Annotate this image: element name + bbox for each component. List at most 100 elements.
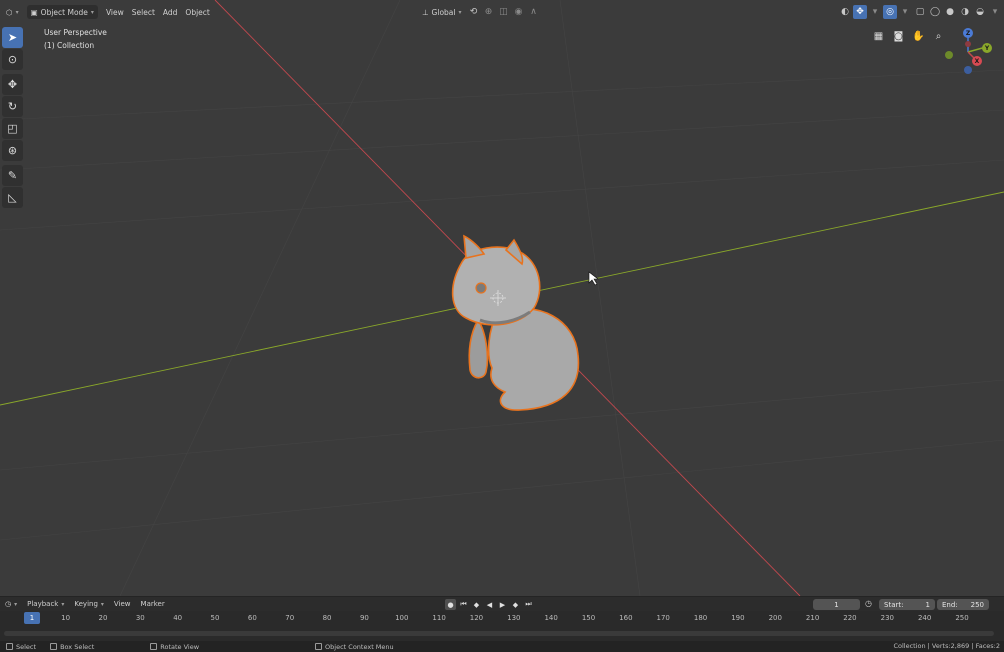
mouse-middle-icon	[150, 643, 158, 650]
scale-icon: ◰	[7, 122, 18, 135]
end-value: 250	[970, 600, 984, 609]
chevron-down-icon[interactable]: ▾	[868, 5, 882, 19]
mode-dropdown[interactable]: ▣ Object Mode ▾	[26, 5, 98, 19]
gizmo-neg-y-axis[interactable]	[945, 51, 953, 59]
measure-tool[interactable]: ◺	[2, 187, 23, 208]
ruler-tick: 160	[619, 614, 633, 622]
camera-icon[interactable]: ◙	[890, 28, 907, 45]
ruler-tick: 150	[581, 614, 596, 622]
ruler-tick: 240	[917, 614, 932, 622]
3d-viewport[interactable]: ⬡ ▾ ▣ Object Mode ▾ View Select Add Objec…	[0, 0, 1004, 596]
ruler-tick: 70	[285, 614, 295, 622]
editor-type-button[interactable]: ⬡ ▾	[2, 5, 23, 19]
scale-tool[interactable]: ◰	[2, 118, 23, 139]
perspective-label: User Perspective	[44, 28, 107, 37]
timeline-track[interactable]	[0, 626, 1004, 641]
material-shading-icon[interactable]: ◑	[958, 5, 972, 19]
timeline-ruler[interactable]: 1 10 20 30 40 50 60 70 80 90 100 110 120 130 140 150 16…	[0, 611, 1004, 626]
ruler-tick: 230	[880, 614, 894, 622]
play-reverse-icon[interactable]: ◀	[484, 599, 495, 610]
cursor-tool[interactable]: ⊙	[2, 49, 23, 70]
select-box-tool[interactable]: ➤	[2, 27, 23, 48]
viewport-header: ⬡ ▾ ▣ Object Mode ▾ View Select Add Objec…	[0, 3, 1004, 21]
ruler-tick: 60	[247, 614, 257, 622]
grid-view-icon[interactable]: ▦	[870, 28, 887, 45]
jump-keyframe-forward-icon[interactable]: ◆	[510, 599, 521, 610]
timeline-menu-playback[interactable]: Playback ▾	[22, 598, 69, 610]
current-frame-indicator[interactable]: 1	[24, 612, 40, 624]
end-frame-field[interactable]: End: 250	[937, 599, 989, 610]
timeline-menu-view[interactable]: View	[109, 598, 136, 610]
visibility-icon[interactable]: ◐	[838, 5, 852, 19]
gizmo-z-axis[interactable]: Z	[963, 28, 973, 38]
cat-mesh-object[interactable]	[451, 234, 580, 411]
ruler-tick: 120	[469, 614, 484, 622]
chevron-down-icon[interactable]: ▾	[988, 5, 1002, 19]
pivot-icon[interactable]: ⟲	[467, 5, 481, 19]
timeline-menu-keying[interactable]: Keying ▾	[69, 598, 109, 610]
menu-add[interactable]: Add	[159, 5, 182, 19]
rotate-tool[interactable]: ↻	[2, 96, 23, 117]
ruler-tick: 20	[98, 614, 108, 622]
gizmo-neg-x-axis[interactable]	[965, 41, 971, 47]
tool-shelf: ➤ ⊙ ✥ ↻ ◰ ⊛ ✎ ◺	[2, 27, 24, 208]
stopwatch-icon[interactable]: ◷	[865, 599, 872, 608]
gizmo-neg-z-axis[interactable]	[964, 66, 972, 74]
menu-view[interactable]: View	[102, 5, 128, 19]
play-icon[interactable]: ▶	[497, 599, 508, 610]
timeline-menu-marker[interactable]: Marker	[136, 598, 170, 610]
status-box-select: Box Select	[50, 643, 94, 651]
proportional-edit-icon[interactable]: ◉	[512, 5, 526, 19]
ruler-tick: 80	[322, 614, 332, 622]
viewport-scene[interactable]	[0, 0, 1004, 596]
orientation-label: Global	[431, 7, 456, 17]
start-frame-field[interactable]: Start: 1	[879, 599, 935, 610]
ruler-tick: 200	[768, 614, 782, 622]
timeline-scrollbar[interactable]	[4, 631, 994, 636]
status-context-menu: Object Context Menu	[315, 643, 394, 651]
xray-icon[interactable]: ▢	[913, 5, 927, 19]
ruler-tick: 30	[135, 614, 145, 622]
chevron-down-icon: ▾	[61, 600, 65, 608]
chevron-down-icon[interactable]: ▾	[898, 5, 912, 19]
ruler-tick: 220	[843, 614, 857, 622]
cursor-icon: ⊙	[7, 53, 18, 66]
navigation-gizmo[interactable]: Z Y X	[938, 25, 998, 77]
playback-controls: ● ⏮ ◆ ◀ ▶ ◆ ⏭	[445, 599, 534, 610]
status-select: Select	[6, 643, 36, 651]
snap-icon[interactable]: ⊕	[482, 5, 496, 19]
clock-icon: ◷	[5, 600, 12, 608]
chevron-down-icon: ▾	[15, 8, 19, 16]
jump-end-icon[interactable]: ⏭	[523, 599, 534, 610]
blender-app: ⬡ ▾ ▣ Object Mode ▾ View Select Add Objec…	[0, 0, 1004, 652]
menu-select[interactable]: Select	[128, 5, 159, 19]
chevron-down-icon: ▾	[100, 600, 104, 608]
rendered-shading-icon[interactable]: ◒	[973, 5, 987, 19]
gizmo-toggle-icon[interactable]: ✥	[853, 5, 867, 19]
timeline-editor-type[interactable]: ◷ ▾	[0, 598, 22, 610]
menu-object[interactable]: Object	[181, 5, 213, 19]
record-icon[interactable]: ●	[445, 599, 456, 610]
mouse-right-icon	[315, 643, 323, 650]
solid-shading-icon[interactable]: ●	[943, 5, 957, 19]
gizmo-y-axis[interactable]: Y	[982, 43, 992, 53]
transform-tool[interactable]: ⊛	[2, 140, 23, 161]
annotate-tool[interactable]: ✎	[2, 165, 23, 186]
move-tool[interactable]: ✥	[2, 74, 23, 95]
current-frame-field[interactable]: 1	[813, 599, 860, 610]
ruler-tick: 210	[805, 614, 820, 622]
ruler-tick: 250	[955, 614, 969, 622]
falloff-icon[interactable]: ∧	[527, 5, 541, 19]
overlay-toggle-icon[interactable]: ◎	[883, 5, 897, 19]
status-box-select-label: Box Select	[60, 642, 95, 651]
ruler-tick: 190	[731, 614, 745, 622]
snap-target-icon[interactable]: ◫	[497, 5, 511, 19]
jump-start-icon[interactable]: ⏮	[458, 599, 469, 610]
transform-orientation-dropdown[interactable]: ⊥ Global ▾	[418, 5, 466, 19]
shading-tools: ◐ ✥ ▾ ◎ ▾ ▢ ◯ ● ◑ ◒ ▾	[838, 5, 1002, 19]
ruler-tick: 50	[210, 614, 220, 622]
wireframe-shading-icon[interactable]: ◯	[928, 5, 942, 19]
gizmo-x-axis[interactable]: X	[972, 56, 982, 66]
hand-icon[interactable]: ✋	[910, 28, 927, 45]
jump-keyframe-back-icon[interactable]: ◆	[471, 599, 482, 610]
